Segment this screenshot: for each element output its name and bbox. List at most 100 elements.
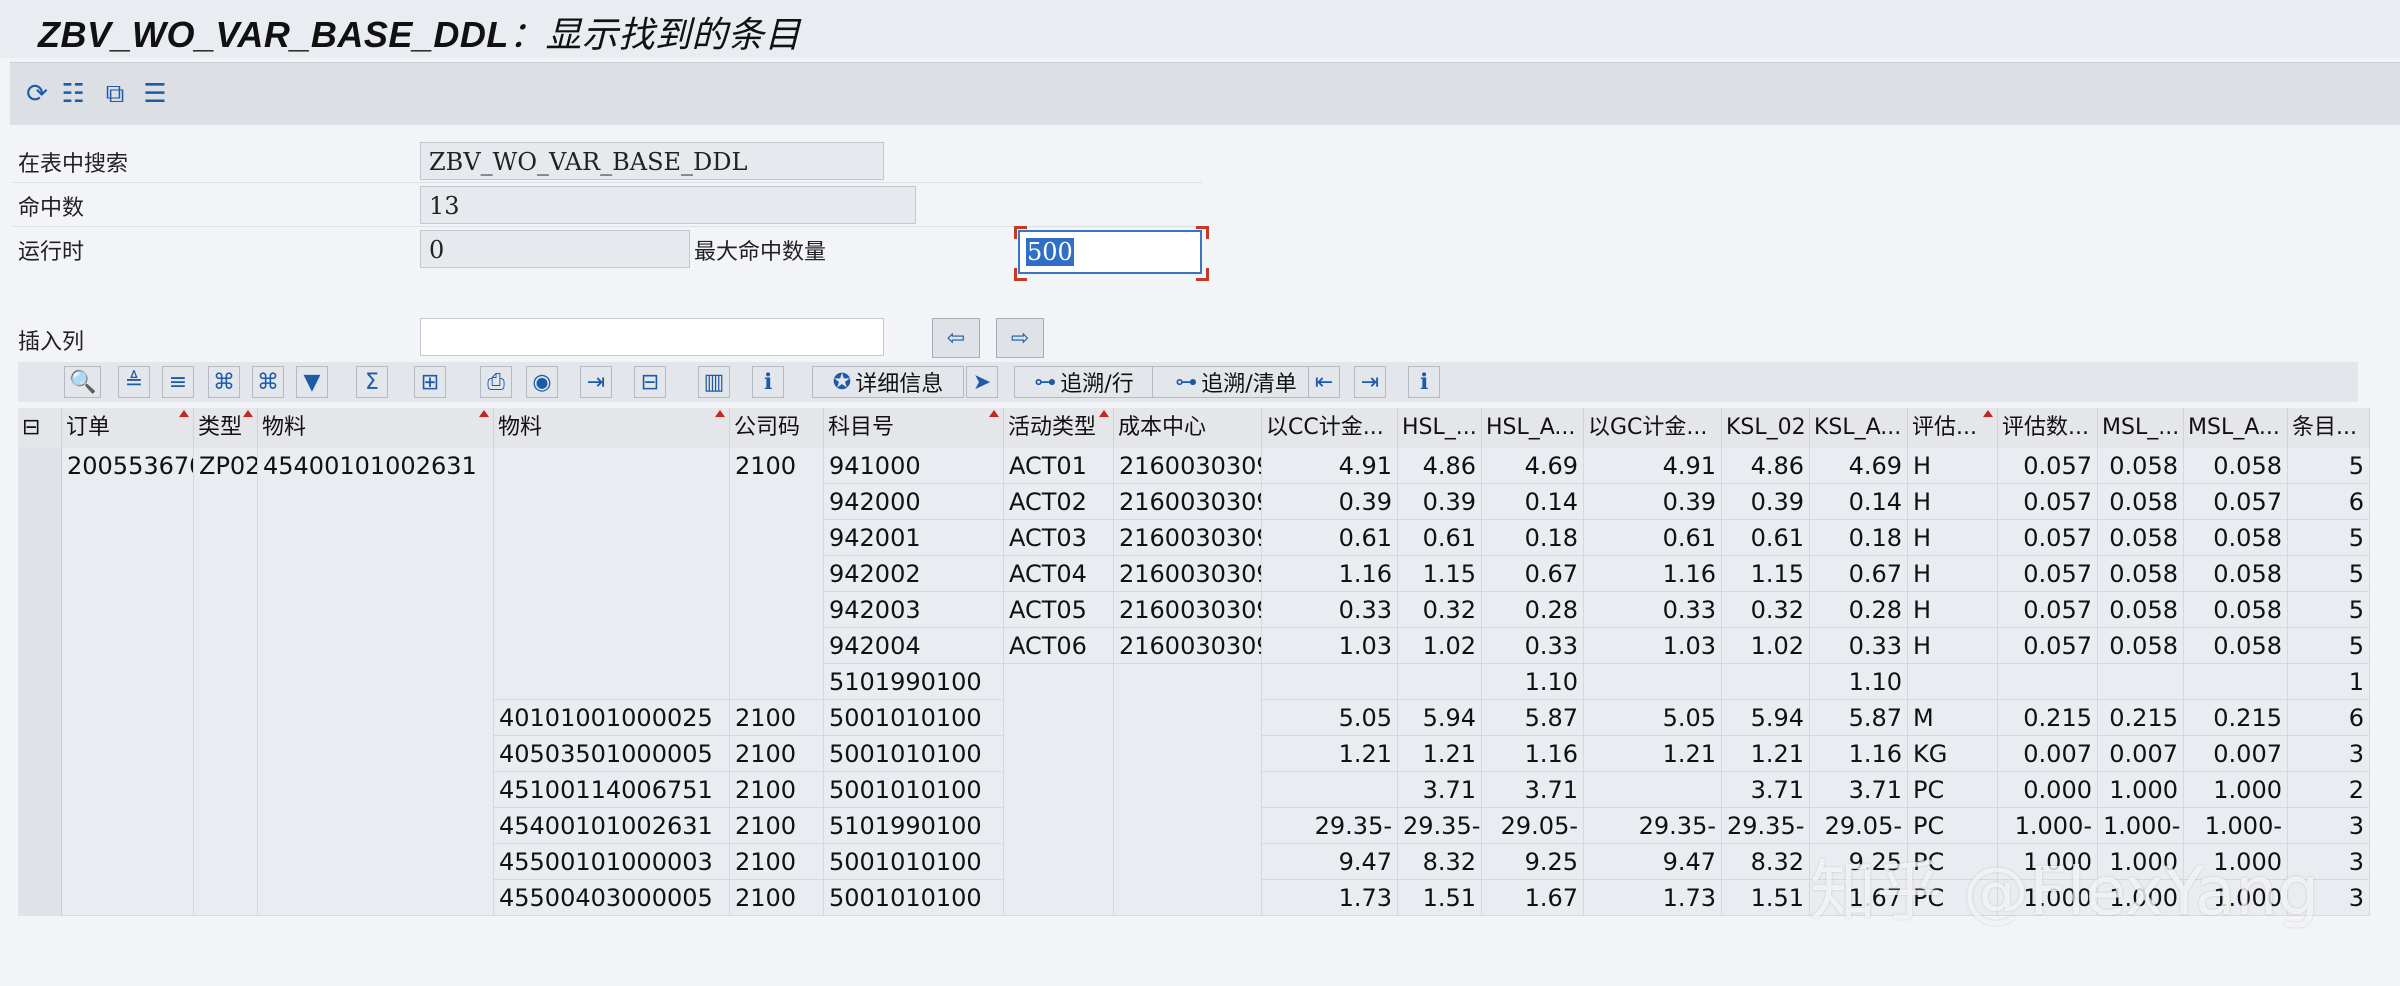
export-icon[interactable]: ⇥ [580, 366, 612, 398]
column-header-6[interactable]: 活动类型 [1004, 408, 1114, 448]
column-header-12[interactable]: KSL_02 [1722, 408, 1810, 448]
help-icon[interactable]: ℹ [1408, 366, 1440, 398]
column-header-17[interactable]: MSL_A... [2184, 408, 2288, 448]
other-icon[interactable]: ⧉ [100, 79, 130, 109]
table-row[interactable]: 942001 ACT03 2160030309 0.61 0.61 0.18 0.61 0.6… [18, 520, 2370, 556]
table-cell [494, 484, 730, 520]
table-cell: 9.47 [1262, 844, 1398, 880]
subtotal-icon[interactable]: ⊞ [414, 366, 446, 398]
table-cell [494, 628, 730, 664]
search-field[interactable]: ZBV_WO_VAR_BASE_DDL [420, 142, 884, 180]
filter-icon[interactable]: ▼ [296, 366, 328, 398]
table-cell: H [1908, 448, 1998, 484]
column-header-3[interactable]: 物料 [494, 408, 730, 448]
detail-button[interactable]: ✪ 详细信息 [812, 366, 964, 398]
layout-icon[interactable]: ⊟ [634, 366, 666, 398]
table-cell: 0.058 [2098, 484, 2184, 520]
column-header-4[interactable]: 公司码 [730, 408, 824, 448]
columns-icon[interactable]: ▥ [698, 366, 730, 398]
table-row[interactable]: 942000 ACT02 2160030309 0.39 0.39 0.14 0.39 0.3… [18, 484, 2370, 520]
search-icon[interactable]: 🔍 [64, 366, 102, 398]
insert-column-after-button[interactable]: ⇨ [996, 318, 1044, 358]
table-cell: 4.86 [1722, 448, 1810, 484]
table-cell: 1.16 [1810, 736, 1908, 772]
table-cell: 5001010100 [824, 700, 1004, 736]
next-icon[interactable]: ⇥ [1354, 366, 1386, 398]
column-header-1[interactable]: 类型 [194, 408, 258, 448]
table-cell: 0.007 [2098, 736, 2184, 772]
table-cell: ACT06 [1004, 628, 1114, 664]
table-cell [62, 700, 194, 736]
table-cell: 3.71 [1482, 772, 1584, 808]
column-header-15[interactable]: 评估数... [1998, 408, 2098, 448]
sum-icon[interactable]: Σ [356, 366, 388, 398]
info-icon[interactable]: ℹ [752, 366, 784, 398]
table-row[interactable]: 45100114006751 2100 5001010100 3.71 3.71 3.71… [18, 772, 2370, 808]
table-cell: 0.61 [1262, 520, 1398, 556]
table-cell [194, 664, 258, 700]
table-cell: 942001 [824, 520, 1004, 556]
display-icon[interactable]: ☷ [58, 79, 88, 109]
column-header-0[interactable]: 订单 [62, 408, 194, 448]
table-cell: 2 [2288, 772, 2370, 808]
table-cell: 5.05 [1584, 700, 1722, 736]
table-cell: H [1908, 556, 1998, 592]
column-header-18[interactable]: 条目... [2288, 408, 2370, 448]
max-hits-input[interactable]: 500 [1018, 230, 1202, 274]
table-cell [194, 844, 258, 880]
table-cell: 1.02 [1398, 628, 1482, 664]
table-row[interactable]: 200553670 ZP02 45400101002631 2100 941000 ACT… [18, 448, 2370, 484]
sort-asc-icon[interactable]: ≜ [118, 366, 150, 398]
find-icon[interactable]: ⌘ [208, 366, 240, 398]
print-icon[interactable]: ⎙ [480, 366, 512, 398]
prev-icon[interactable]: ⇤ [1308, 366, 1340, 398]
table-cell: 0.14 [1482, 484, 1584, 520]
sort-desc-icon[interactable]: ≡ [162, 366, 194, 398]
table-row[interactable]: 5101990100 1.10 1.10 1 [18, 664, 2370, 700]
table-cell [1114, 880, 1262, 916]
table-row[interactable]: 942003 ACT05 2160030309 0.33 0.32 0.28 0.33 0.3… [18, 592, 2370, 628]
table-cell: 8.32 [1722, 844, 1810, 880]
find-next-icon[interactable]: ⌘ [252, 366, 284, 398]
select-all-icon[interactable]: ⊟ [18, 408, 62, 448]
table-row[interactable]: 942002 ACT04 2160030309 1.16 1.15 0.67 1.16 1.1… [18, 556, 2370, 592]
column-header-7[interactable]: 成本中心 [1114, 408, 1262, 448]
column-header-14[interactable]: 评估... [1908, 408, 1998, 448]
trace-row-button[interactable]: ⊶ 追溯/行 [1014, 366, 1154, 398]
table-cell: 0.215 [2098, 700, 2184, 736]
table-cell [62, 808, 194, 844]
column-header-13[interactable]: KSL_A... [1810, 408, 1908, 448]
column-header-5[interactable]: 科目号 [824, 408, 1004, 448]
table-cell: 45400101002631 [494, 808, 730, 844]
hits-field: 13 [420, 186, 916, 224]
column-header-11[interactable]: 以GC计金... [1584, 408, 1722, 448]
choose-icon[interactable]: ➤ [966, 366, 998, 398]
table-cell: 0.058 [2098, 628, 2184, 664]
table-cell: 4.86 [1398, 448, 1482, 484]
insert-column-before-button[interactable]: ⇦ [932, 318, 980, 358]
table-cell: 0.61 [1722, 520, 1810, 556]
column-header-8[interactable]: 以CC计金... [1262, 408, 1398, 448]
column-header-9[interactable]: HSL_... [1398, 408, 1482, 448]
table-cell: 5.87 [1810, 700, 1908, 736]
table-cell: 4.91 [1584, 448, 1722, 484]
table-cell: 3 [2288, 736, 2370, 772]
refresh-icon[interactable]: ⟳ [22, 79, 52, 109]
insert-column-input[interactable] [420, 318, 884, 356]
table-cell: 1.16 [1262, 556, 1398, 592]
table-cell [258, 736, 494, 772]
table-row[interactable]: 942004 ACT06 2160030309 1.03 1.02 0.33 1.03 1.0… [18, 628, 2370, 664]
table-cell: ACT02 [1004, 484, 1114, 520]
table-cell [2184, 664, 2288, 700]
view-icon[interactable]: ◉ [526, 366, 558, 398]
table-cell [1114, 844, 1262, 880]
table-cell: PC [1908, 772, 1998, 808]
table-row[interactable]: 40101001000025 2100 5001010100 5.05 5.94 5.87… [18, 700, 2370, 736]
column-header-10[interactable]: HSL_A... [1482, 408, 1584, 448]
column-header-16[interactable]: MSL_... [2098, 408, 2184, 448]
table-row[interactable]: 40503501000005 2100 5001010100 1.21 1.21 1.16… [18, 736, 2370, 772]
list-icon[interactable]: ☰ [140, 79, 170, 109]
table-cell: 2160030309 [1114, 592, 1262, 628]
trace-list-button[interactable]: ⊶ 追溯/清单 [1152, 366, 1320, 398]
column-header-2[interactable]: 物料 [258, 408, 494, 448]
